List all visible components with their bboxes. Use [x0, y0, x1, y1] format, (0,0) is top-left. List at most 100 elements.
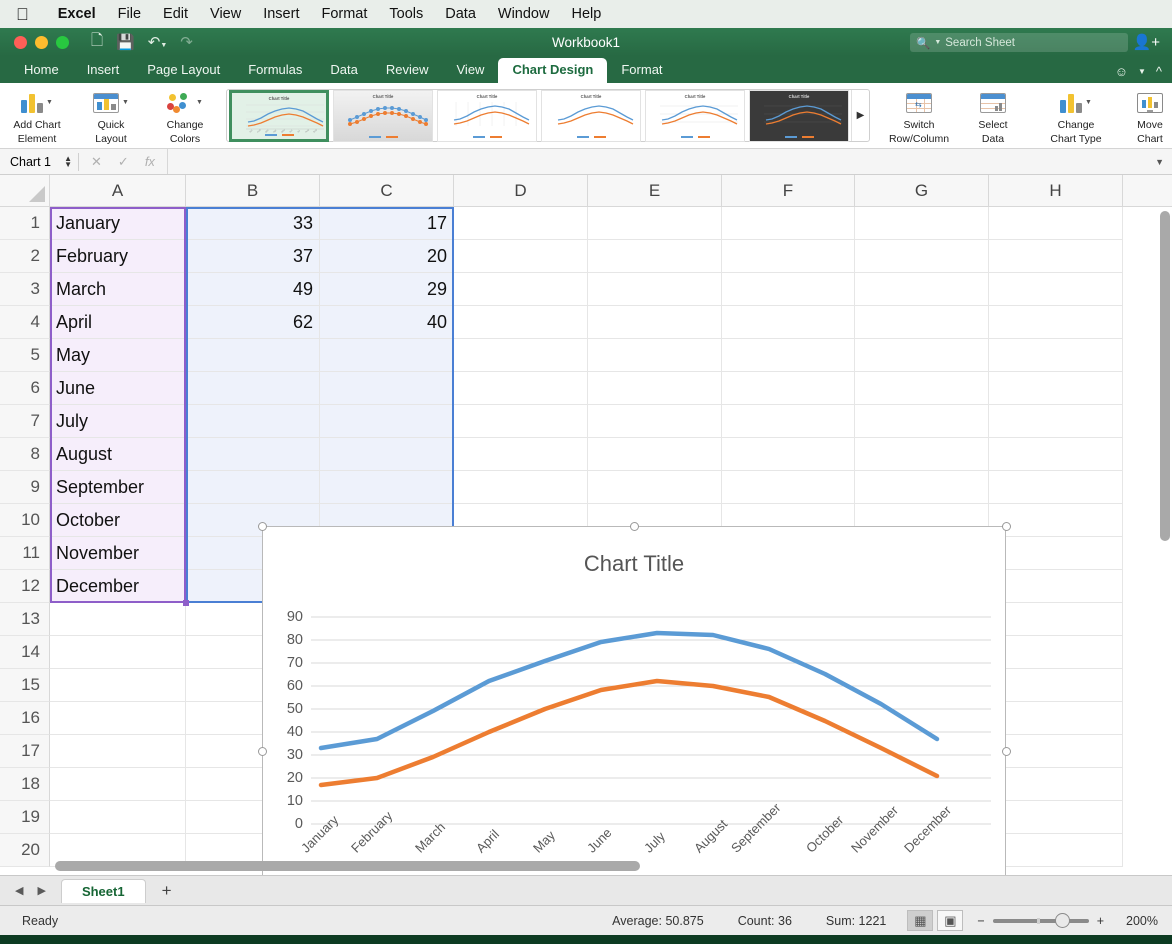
zoom-slider[interactable]: [992, 912, 1089, 928]
column-header-e[interactable]: E: [588, 175, 722, 206]
normal-view-icon[interactable]: ▦: [907, 910, 934, 931]
row-header-10[interactable]: 10: [0, 504, 50, 537]
cell-G1[interactable]: [855, 207, 989, 240]
menu-item-excel[interactable]: Excel: [47, 6, 107, 22]
select-all-corner[interactable]: [0, 175, 50, 206]
menu-item-help[interactable]: Help: [560, 6, 612, 22]
switch-row-column-button[interactable]: ⇆ Switch Row/Column: [882, 83, 956, 148]
cell-H5[interactable]: [989, 339, 1123, 372]
cell-C5[interactable]: [320, 339, 454, 372]
tab-view[interactable]: View: [443, 58, 499, 83]
zoom-in-button[interactable]: +: [1097, 914, 1104, 928]
cell-H11[interactable]: [989, 537, 1123, 570]
cell-A17[interactable]: [50, 735, 186, 768]
cell-G4[interactable]: [855, 306, 989, 339]
cell-G5[interactable]: [855, 339, 989, 372]
cell-A6[interactable]: June: [50, 372, 186, 405]
row-header-18[interactable]: 18: [0, 768, 50, 801]
next-sheet-icon[interactable]: ▶: [32, 884, 50, 897]
apple-logo-icon[interactable]: : [16, 6, 29, 23]
cell-G7[interactable]: [855, 405, 989, 438]
cell-B8[interactable]: [186, 438, 320, 471]
cell-E2[interactable]: [588, 240, 722, 273]
row-header-2[interactable]: 2: [0, 240, 50, 273]
cell-B5[interactable]: [186, 339, 320, 372]
horizontal-scrollbar[interactable]: [55, 861, 1152, 871]
column-header-g[interactable]: G: [855, 175, 989, 206]
tab-chart-design[interactable]: Chart Design: [498, 58, 608, 83]
vertical-scrollbar-thumb[interactable]: [1160, 211, 1170, 541]
cell-A5[interactable]: May: [50, 339, 186, 372]
chart-handle-nw[interactable]: [258, 522, 267, 531]
row-header-20[interactable]: 20: [0, 834, 50, 867]
cell-A3[interactable]: March: [50, 273, 186, 306]
cell-H7[interactable]: [989, 405, 1123, 438]
cell-C3[interactable]: 29: [320, 273, 454, 306]
tab-data[interactable]: Data: [316, 58, 371, 83]
cell-C2[interactable]: 20: [320, 240, 454, 273]
cell-D9[interactable]: [454, 471, 588, 504]
cell-A11[interactable]: November: [50, 537, 186, 570]
cell-H16[interactable]: [989, 702, 1123, 735]
cell-F4[interactable]: [722, 306, 855, 339]
cell-H1[interactable]: [989, 207, 1123, 240]
cell-F6[interactable]: [722, 372, 855, 405]
cell-H10[interactable]: [989, 504, 1123, 537]
cell-D4[interactable]: [454, 306, 588, 339]
row-header-15[interactable]: 15: [0, 669, 50, 702]
cell-A12[interactable]: December: [50, 570, 186, 603]
horizontal-scrollbar-thumb[interactable]: [55, 861, 640, 871]
chart-style-thumbnail-4[interactable]: Chart Title: [541, 89, 641, 142]
cell-H14[interactable]: [989, 636, 1123, 669]
column-header-d[interactable]: D: [454, 175, 588, 206]
cell-B9[interactable]: [186, 471, 320, 504]
chart-style-thumbnail-3[interactable]: Chart Title: [437, 89, 537, 142]
column-header-b[interactable]: B: [186, 175, 320, 206]
cell-G8[interactable]: [855, 438, 989, 471]
formula-bar-expand-icon[interactable]: ▼: [1155, 157, 1164, 167]
cell-D3[interactable]: [454, 273, 588, 306]
cell-A16[interactable]: [50, 702, 186, 735]
cell-G3[interactable]: [855, 273, 989, 306]
maximize-window-button[interactable]: [56, 35, 69, 49]
row-header-16[interactable]: 16: [0, 702, 50, 735]
cell-E3[interactable]: [588, 273, 722, 306]
cell-D8[interactable]: [454, 438, 588, 471]
cell-H3[interactable]: [989, 273, 1123, 306]
page-layout-view-icon[interactable]: ▣: [937, 910, 964, 931]
quick-layout-button[interactable]: ▼ Quick Layout: [74, 83, 148, 148]
zoom-out-button[interactable]: −: [977, 914, 984, 928]
cell-D6[interactable]: [454, 372, 588, 405]
minimize-window-button[interactable]: [35, 35, 48, 49]
close-window-button[interactable]: [14, 35, 27, 49]
row-header-14[interactable]: 14: [0, 636, 50, 669]
tab-formulas[interactable]: Formulas: [234, 58, 316, 83]
cell-E8[interactable]: [588, 438, 722, 471]
cell-B7[interactable]: [186, 405, 320, 438]
collapse-ribbon-icon[interactable]: ^: [1156, 64, 1162, 79]
cell-D1[interactable]: [454, 207, 588, 240]
select-data-button[interactable]: Select Data: [956, 83, 1030, 148]
cell-F7[interactable]: [722, 405, 855, 438]
person-add-icon[interactable]: 👤+: [1133, 33, 1160, 51]
chart-style-thumbnail-5[interactable]: Chart Title: [645, 89, 745, 142]
chart-style-thumbnail-1[interactable]: Chart Title Jan Feb Mar Apr May Jun Jul …: [229, 89, 329, 142]
chart-style-thumbnail-6[interactable]: Chart Title: [749, 89, 849, 142]
zoom-level[interactable]: 200%: [1112, 914, 1158, 928]
change-colors-button[interactable]: ▼ Change Colors: [148, 83, 222, 148]
confirm-icon[interactable]: ✓: [118, 154, 129, 170]
menu-item-format[interactable]: Format: [310, 6, 378, 22]
redo-icon[interactable]: ↷: [180, 33, 193, 51]
cell-H19[interactable]: [989, 801, 1123, 834]
chevron-down-icon[interactable]: ▼: [1138, 67, 1146, 76]
formula-input[interactable]: [166, 149, 1172, 174]
cell-D5[interactable]: [454, 339, 588, 372]
cell-F1[interactable]: [722, 207, 855, 240]
sheet-tab-sheet1[interactable]: Sheet1: [60, 878, 146, 903]
zoom-slider-knob[interactable]: [1054, 912, 1070, 928]
cell-A7[interactable]: July: [50, 405, 186, 438]
row-header-11[interactable]: 11: [0, 537, 50, 570]
tab-home[interactable]: Home: [10, 58, 73, 83]
row-header-6[interactable]: 6: [0, 372, 50, 405]
cell-C7[interactable]: [320, 405, 454, 438]
